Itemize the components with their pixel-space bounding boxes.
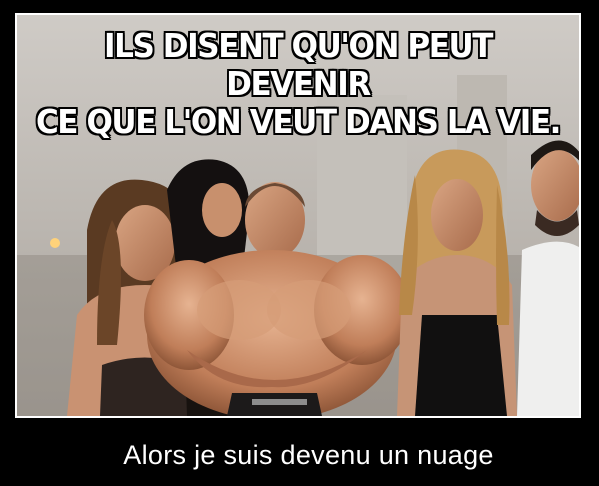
blonde-woman [397, 149, 517, 416]
bottom-caption: Alors je suis devenu un nuage [123, 440, 494, 470]
top-caption-line-1: ILS DISENT QU'ON PEUT DEVENIR [103, 26, 493, 103]
candle-light [50, 238, 60, 248]
top-caption: ILS DISENT QU'ON PEUT DEVENIR CE QUE L'O… [34, 27, 562, 141]
meme-poster: ILS DISENT QU'ON PEUT DEVENIR CE QUE L'O… [0, 0, 599, 486]
party-photo: ILS DISENT QU'ON PEUT DEVENIR CE QUE L'O… [15, 13, 581, 418]
top-caption-line-2: CE QUE L'ON VEUT DANS LA VIE. [35, 102, 562, 141]
